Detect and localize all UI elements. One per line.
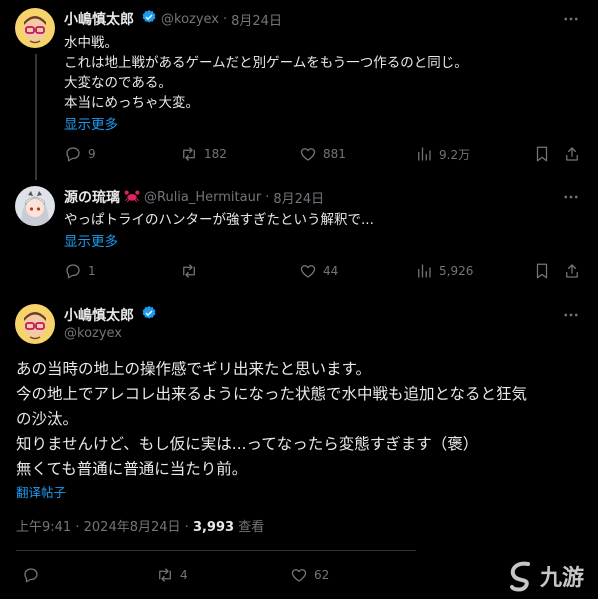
like-button[interactable]: 62 bbox=[290, 566, 329, 584]
retweet-count: 182 bbox=[204, 147, 227, 161]
crab-icon bbox=[124, 188, 140, 207]
separator: · bbox=[265, 189, 270, 205]
watermark: 九游 bbox=[506, 560, 584, 592]
more-options-icon[interactable] bbox=[562, 10, 580, 32]
tweet-line: 水中戦。 bbox=[64, 35, 118, 51]
verified-badge-icon bbox=[141, 9, 157, 29]
tweet-timestamp-row: 上午9:41 · 2024年8月24日 · 3,993 查看 bbox=[16, 516, 264, 535]
divider bbox=[16, 550, 416, 551]
separator: · bbox=[184, 520, 189, 535]
bookmark-icon bbox=[536, 263, 548, 279]
tweet-full-date[interactable]: 2024年8月24日 bbox=[84, 520, 181, 535]
avatar-kozyex[interactable] bbox=[15, 8, 55, 48]
total-view-count: 3,993 bbox=[192, 520, 235, 535]
share-button[interactable] bbox=[563, 262, 581, 280]
view-label: 查看 bbox=[238, 520, 265, 535]
like-button[interactable]: 44 bbox=[299, 262, 338, 280]
more-options-icon[interactable] bbox=[562, 306, 580, 328]
tweet-line: やっぱトライのハンターが強すぎたという解釈で... bbox=[64, 212, 374, 228]
verified-badge-icon bbox=[141, 305, 157, 325]
views-button[interactable]: 5,926 bbox=[415, 262, 473, 280]
tweet-date[interactable]: 8月24日 bbox=[231, 10, 282, 29]
tweet-line: 本当にめっちゃ大変。 bbox=[64, 95, 199, 111]
separator: · bbox=[223, 11, 228, 27]
like-count: 881 bbox=[323, 147, 346, 161]
author-handle[interactable]: @kozyex bbox=[64, 326, 122, 341]
reply-icon bbox=[66, 147, 80, 162]
show-more-link[interactable]: 显示更多 bbox=[64, 113, 468, 133]
tweet-line: の沙汰。 bbox=[16, 410, 79, 428]
bookmark-icon bbox=[536, 146, 548, 162]
tweet-line: あの当時の地上の操作感でギリ出来たと思います。 bbox=[16, 360, 371, 378]
bookmark-button[interactable] bbox=[533, 145, 551, 163]
share-button[interactable] bbox=[563, 145, 581, 163]
retweet-icon bbox=[159, 568, 171, 582]
jiuyou-logo-icon bbox=[510, 561, 530, 592]
thread-line bbox=[35, 54, 37, 180]
heart-icon bbox=[291, 569, 307, 582]
author-name[interactable]: 小嶋慎太郎 bbox=[64, 305, 134, 325]
like-count: 44 bbox=[323, 264, 339, 278]
reply-button[interactable]: 9 bbox=[64, 145, 96, 163]
reply-count: 9 bbox=[88, 147, 96, 161]
author-name[interactable]: 源の琉璃 bbox=[64, 187, 120, 207]
translate-post-link[interactable]: 翻译帖子 bbox=[16, 482, 66, 501]
heart-icon bbox=[300, 148, 316, 161]
tweet-line: 知りませんけど、もし仮に実は...ってなったら変態すぎます（褒） bbox=[16, 435, 479, 453]
like-button[interactable]: 881 bbox=[299, 145, 346, 163]
retweet-button[interactable]: 4 bbox=[156, 566, 188, 584]
retweet-count: 4 bbox=[180, 568, 188, 582]
avatar-rulia[interactable] bbox=[15, 186, 55, 226]
views-button[interactable]: 9.2万 bbox=[415, 145, 470, 163]
tweet-time[interactable]: 上午9:41 bbox=[16, 520, 71, 535]
reply-count: 1 bbox=[88, 264, 96, 278]
retweet-button[interactable]: 182 bbox=[180, 145, 227, 163]
tweet-line: 無くても普通に普通に当たり前。 bbox=[16, 460, 248, 478]
reply-icon bbox=[66, 264, 80, 279]
more-options-icon[interactable] bbox=[562, 188, 580, 210]
show-more-link[interactable]: 显示更多 bbox=[64, 230, 374, 250]
view-count: 5,926 bbox=[439, 264, 474, 278]
author-name[interactable]: 小嶋慎太郎 bbox=[64, 9, 134, 29]
views-icon bbox=[418, 264, 431, 278]
tweet-line: 大変なのである。 bbox=[64, 75, 172, 91]
tweet-text: やっぱトライのハンターが強すぎたという解釈で... 显示更多 bbox=[64, 210, 374, 250]
main-tweet-text: あの当時の地上の操作感でギリ出来たと思います。 今の地上でアレコレ出来るようにな… bbox=[16, 357, 527, 482]
tweet-line: これは地上戦があるゲームだと別ゲームをもう一つ作るのと同じ。 bbox=[64, 55, 468, 71]
avatar-kozyex[interactable] bbox=[15, 304, 55, 344]
bookmark-button[interactable] bbox=[533, 262, 551, 280]
like-count: 62 bbox=[314, 568, 330, 582]
share-icon bbox=[566, 264, 578, 278]
author-handle[interactable]: @kozyex bbox=[161, 12, 219, 27]
reply-button[interactable]: 1 bbox=[64, 262, 96, 280]
reply-icon bbox=[24, 568, 38, 583]
retweet-button[interactable] bbox=[180, 262, 198, 280]
views-icon bbox=[418, 147, 431, 161]
retweet-icon bbox=[183, 147, 195, 161]
author-handle[interactable]: @Rulia_Hermitaur bbox=[144, 190, 261, 205]
view-count: 9.2万 bbox=[439, 147, 471, 162]
watermark-text: 九游 bbox=[540, 566, 585, 591]
heart-icon bbox=[300, 265, 316, 278]
share-icon bbox=[566, 147, 578, 161]
retweet-icon bbox=[183, 264, 195, 278]
reply-button[interactable] bbox=[22, 566, 40, 584]
tweet-date[interactable]: 8月24日 bbox=[273, 188, 324, 207]
separator: · bbox=[75, 520, 80, 535]
tweet-line: 今の地上でアレコレ出来るようになった状態で水中戦も追加となると狂気 bbox=[16, 385, 528, 403]
tweet-text: 水中戦。 これは地上戦があるゲームだと別ゲームをもう一つ作るのと同じ。 大変なの… bbox=[64, 33, 468, 133]
